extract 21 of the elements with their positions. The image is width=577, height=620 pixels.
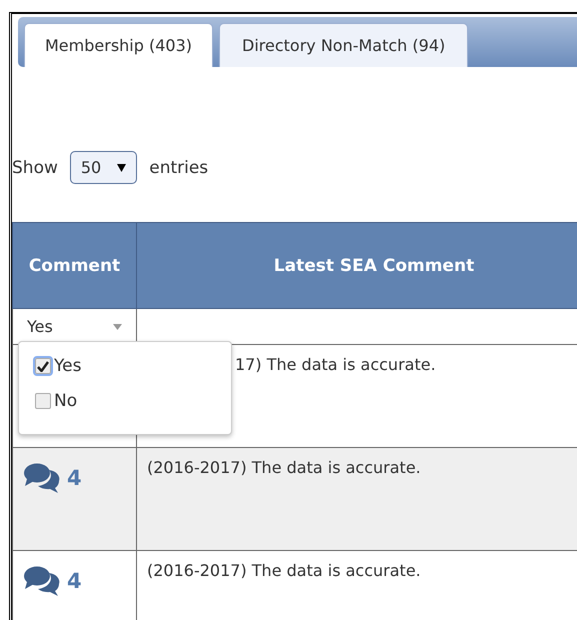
check-icon (37, 360, 49, 372)
column-header[interactable]: Comment (12, 222, 136, 308)
comment-count[interactable]: 4 (67, 569, 82, 593)
caret-icon (113, 324, 122, 330)
tab[interactable]: Directory Non-Match (94) (219, 23, 468, 67)
show-label: Show (12, 158, 58, 178)
entries-label: entries (149, 158, 208, 178)
column-header[interactable]: Latest SEA Comment (136, 222, 577, 308)
entries-select[interactable]: 50 (70, 151, 138, 184)
tab[interactable]: Membership (403) (24, 23, 213, 67)
table-cell: (2016-2017) The data is accurate. (147, 458, 421, 477)
comments-icon (23, 462, 61, 494)
dropdown-option[interactable]: No (35, 391, 215, 411)
caret-icon (117, 164, 126, 172)
comments-icon (23, 565, 61, 597)
table-cell-text: 17) The data is accurate. (234, 355, 436, 374)
checkbox[interactable] (35, 393, 51, 409)
comment-count[interactable]: 4 (67, 466, 82, 490)
table-cell: (2016-2017) The data is accurate. (147, 561, 421, 580)
dropdown-option[interactable]: Yes (35, 356, 215, 376)
checkbox[interactable] (35, 358, 51, 374)
